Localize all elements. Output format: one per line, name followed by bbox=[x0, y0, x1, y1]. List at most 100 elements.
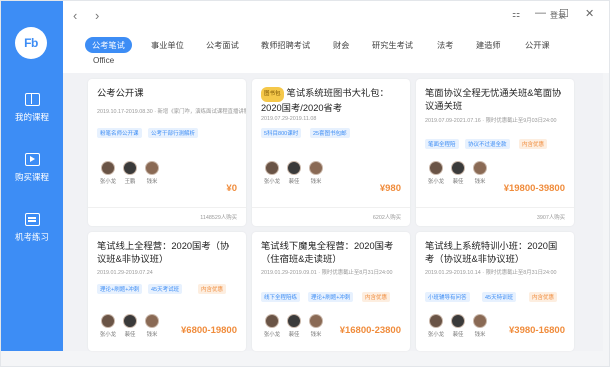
course-tag: 协议不过退全款 bbox=[465, 139, 510, 149]
course-card[interactable]: 笔试线上系统特训小班：2020国考（协议班&非协议班） 2019.01.29-2… bbox=[416, 232, 574, 351]
avatar bbox=[473, 161, 487, 175]
category-tabs: 公考笔试 事业单位 公考面试 教师招聘考试 财会 研究生考试 法考 建造师 公开… bbox=[63, 31, 609, 73]
course-tag: 小班辅导有问答 bbox=[425, 292, 470, 302]
tab-gongkaike[interactable]: 公开课 bbox=[525, 39, 550, 51]
course-date: 2019.10.17-2019.08.30 · 新增《家门咋，演练面试课程直播讲… bbox=[97, 109, 246, 115]
avatar bbox=[451, 314, 465, 328]
avatar bbox=[473, 314, 487, 328]
sidebar-item-exam-practice[interactable]: 机考练习 bbox=[1, 213, 63, 243]
teacher-name: 钱米 bbox=[474, 332, 486, 338]
teacher: 钱米 bbox=[469, 161, 491, 185]
teacher: 钱米 bbox=[305, 161, 327, 185]
avatar bbox=[123, 314, 137, 328]
teacher: 张小龙 bbox=[261, 161, 283, 185]
book-package-badge: 图书包 bbox=[261, 87, 284, 102]
tab-jianzaoshi[interactable]: 建造师 bbox=[476, 39, 501, 51]
course-card[interactable]: 笔试线上全程营：2020国考（协议班&非协议班） 2019.01.29-2019… bbox=[88, 232, 246, 351]
avatar bbox=[287, 314, 301, 328]
avatar bbox=[309, 161, 323, 175]
course-tag: 内含优惠 bbox=[198, 284, 227, 294]
teacher: 裴佳 bbox=[283, 161, 305, 185]
course-price: ¥6800-19800 bbox=[181, 325, 237, 336]
teacher-name: 张小龙 bbox=[263, 179, 281, 185]
tab-gongkao-bishi[interactable]: 公考笔试 bbox=[85, 37, 132, 53]
course-grid: 公考公开课 2019.10.17-2019.08.30 · 新增《家门咋，演练面… bbox=[63, 73, 603, 351]
teacher: 张小龙 bbox=[425, 314, 447, 338]
teacher-name: 钱米 bbox=[474, 179, 486, 185]
minimize-icon[interactable]: — bbox=[535, 7, 546, 19]
sidebar-item-buy-courses[interactable]: 购买课程 bbox=[1, 153, 63, 183]
menu-icon[interactable]: ⚏ bbox=[512, 9, 520, 20]
avatar bbox=[287, 161, 301, 175]
book-icon bbox=[24, 93, 40, 106]
teacher: 裴佳 bbox=[119, 314, 141, 338]
teacher: 钱米 bbox=[469, 314, 491, 338]
teacher: 王鹏 bbox=[119, 161, 141, 185]
tab-office[interactable]: Office bbox=[93, 56, 114, 65]
course-tag: 线下全程陪练 bbox=[261, 292, 301, 302]
teacher-name: 张小龙 bbox=[427, 179, 445, 185]
tab-gongkao-mianshi[interactable]: 公考面试 bbox=[206, 39, 239, 51]
course-tag: 45天考试班 bbox=[148, 284, 183, 294]
course-date: 2019.07.29-2019.11.08 bbox=[261, 116, 317, 122]
avatar bbox=[309, 314, 323, 328]
teacher-name: 钱米 bbox=[310, 332, 322, 338]
course-tag: 内含优惠 bbox=[362, 292, 391, 302]
teacher-name: 裴佳 bbox=[288, 179, 300, 185]
course-title: 公考公开课 bbox=[97, 88, 144, 98]
avatar bbox=[101, 161, 115, 175]
teacher-name: 钱米 bbox=[146, 332, 158, 338]
forward-arrow-icon[interactable]: › bbox=[95, 8, 99, 23]
teacher-name: 张小龙 bbox=[99, 179, 117, 185]
tab-jiaoshi-zhaopin[interactable]: 教师招聘考试 bbox=[261, 39, 310, 51]
teacher-name: 张小龙 bbox=[99, 332, 117, 338]
course-date: 2019.01.29-2019.10.14 · 限时优惠截止至8月31日24:0… bbox=[425, 270, 557, 276]
teacher-name: 张小龙 bbox=[263, 332, 281, 338]
avatar bbox=[123, 161, 137, 175]
course-card[interactable]: 图书包 笔试系统班图书大礼包：2020国考/2020省考 2019.07.29-2… bbox=[252, 79, 410, 226]
back-arrow-icon[interactable]: ‹ bbox=[73, 8, 77, 23]
teacher-name: 裴佳 bbox=[452, 332, 464, 338]
purchase-count: 3907人购买 bbox=[536, 215, 565, 221]
course-tag: 5科目800课时 bbox=[261, 128, 302, 138]
course-tag: 粉笔名师公开课 bbox=[97, 128, 142, 138]
course-price: ¥0 bbox=[226, 183, 237, 194]
avatar bbox=[265, 161, 279, 175]
purchase-count: 6202人购买 bbox=[372, 215, 401, 221]
teacher: 张小龙 bbox=[97, 161, 119, 185]
avatar bbox=[429, 161, 443, 175]
course-card[interactable]: 笔试线下魔鬼全程营：2020国考（住宿班&走读班） 2019.01.29-201… bbox=[252, 232, 410, 351]
course-title-wrap: 图书包 笔试系统班图书大礼包：2020国考/2020省考 bbox=[261, 87, 402, 115]
course-tag: 公考干部行测解析 bbox=[148, 128, 199, 138]
teacher-name: 钱米 bbox=[310, 179, 322, 185]
sidebar-item-label: 我的课程 bbox=[14, 112, 49, 122]
course-tag: 内含优惠 bbox=[519, 139, 548, 149]
close-icon[interactable]: ✕ bbox=[585, 7, 594, 20]
app-logo: Fb bbox=[15, 27, 47, 59]
course-card[interactable]: 公考公开课 2019.10.17-2019.08.30 · 新增《家门咋，演练面… bbox=[88, 79, 246, 226]
maximize-icon[interactable]: ☐ bbox=[559, 7, 569, 20]
course-title: 笔试线下魔鬼全程营：2020国考（住宿班&走读班） bbox=[261, 241, 394, 264]
tab-shiye-danwei[interactable]: 事业单位 bbox=[151, 39, 184, 51]
course-price: ¥19800-39800 bbox=[503, 183, 565, 194]
course-tag: 45天特训班 bbox=[482, 292, 517, 302]
avatar bbox=[265, 314, 279, 328]
avatar bbox=[145, 161, 159, 175]
sidebar-item-my-courses[interactable]: 我的课程 bbox=[1, 93, 63, 123]
course-date: 2019.01.29-2019.09.01 · 限时优惠截止至8月31日24:0… bbox=[261, 270, 393, 276]
course-tag: 理论+刷题+冲刺 bbox=[308, 292, 354, 302]
teacher: 张小龙 bbox=[425, 161, 447, 185]
course-card[interactable]: 笔面协议全程无忧通关班&笔面协议通关班 2019.07.09-2021.07.1… bbox=[416, 79, 574, 226]
tab-fakao[interactable]: 法考 bbox=[437, 39, 453, 51]
avatar bbox=[101, 314, 115, 328]
course-date: 2019.07.09-2021.07.16 · 限时优惠截止至9月03日24:0… bbox=[425, 118, 557, 124]
exam-icon bbox=[24, 213, 40, 226]
course-tag: 笔面全程陪 bbox=[425, 139, 459, 149]
tab-yanjiusheng[interactable]: 研究生考试 bbox=[372, 39, 413, 51]
tab-caikuai[interactable]: 财会 bbox=[333, 39, 349, 51]
teacher-name: 钱米 bbox=[146, 179, 158, 185]
teacher-name: 裴佳 bbox=[288, 332, 300, 338]
teacher: 钱米 bbox=[305, 314, 327, 338]
teacher: 钱米 bbox=[141, 314, 163, 338]
avatar bbox=[451, 161, 465, 175]
